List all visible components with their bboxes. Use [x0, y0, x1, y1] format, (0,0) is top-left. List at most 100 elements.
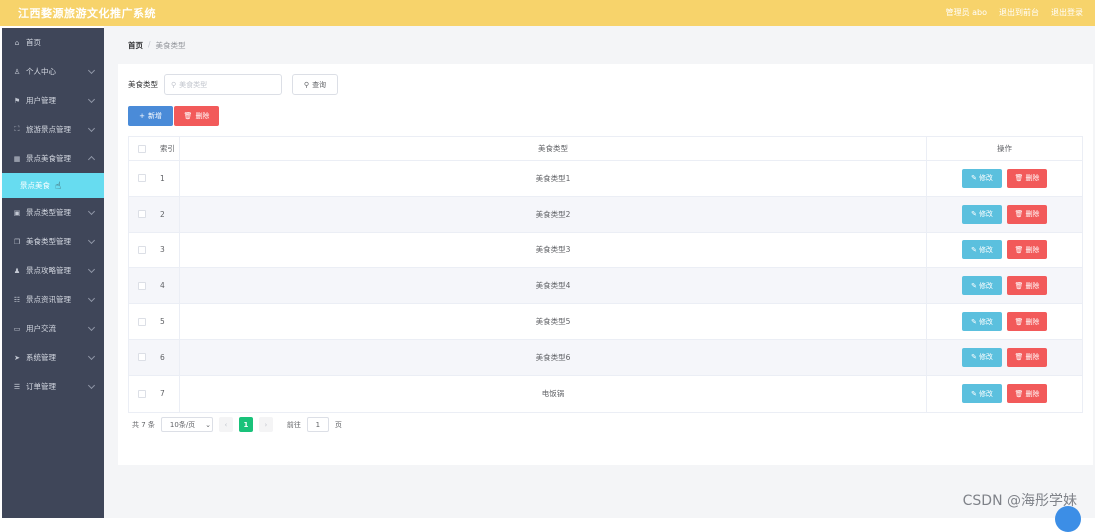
- row-index: 4: [154, 268, 180, 304]
- sidebar-item[interactable]: ➤ 系统管理: [2, 343, 104, 372]
- edit-button[interactable]: ✎ 修改: [962, 240, 1002, 260]
- sidebar-item-label: 景点资讯管理: [26, 295, 71, 304]
- query-button[interactable]: ⚲ 查询: [292, 74, 338, 95]
- row-checkbox[interactable]: [137, 245, 146, 254]
- search-input[interactable]: ⚲ 美食类型: [164, 74, 282, 95]
- add-button[interactable]: + 新增: [128, 106, 173, 126]
- row-index: 6: [154, 339, 180, 375]
- sidebar-item-label: 旅游景点管理: [26, 125, 71, 134]
- edit-button[interactable]: ✎ 修改: [962, 276, 1002, 296]
- page-size-select[interactable]: 10条/页 ⌄: [160, 417, 213, 432]
- sidebar-item[interactable]: ❐ 美食类型管理: [2, 227, 104, 256]
- sidebar: ⌂ 首页 ♙ 个人中心 ⚑ 用户管理 ⛶ 旅游景点管理 ▦ 景点美食管理 景点美食 ☝ ▣ 景点类型管理 ❐…: [2, 28, 104, 518]
- sidebar-item-label: 用户交流: [26, 324, 56, 333]
- delete-button[interactable]: 🗑 删除: [174, 106, 219, 126]
- search-icon: ⚲: [303, 80, 310, 89]
- row-index: 5: [154, 304, 180, 339]
- trash-icon: 🗑: [1014, 317, 1024, 326]
- content-card: 美食类型 ⚲ 美食类型 ⚲ 查询 + 新增 🗑 删除 索引 美食类型 操作 1 …: [118, 64, 1093, 465]
- sidebar-item[interactable]: ⛶ 旅游景点管理: [2, 115, 104, 144]
- sidebar-item[interactable]: ▣ 景点类型管理: [2, 198, 104, 227]
- row-type: 美食类型6: [180, 339, 927, 375]
- row-delete-button[interactable]: 🗑 删除: [1007, 347, 1047, 367]
- edit-button-label: 修改: [978, 353, 993, 362]
- delete-button-label: 删除: [195, 112, 210, 120]
- floating-action-button[interactable]: [1055, 506, 1081, 532]
- goto-page-input[interactable]: 1: [306, 417, 329, 432]
- data-table: 索引 美食类型 操作 1 美食类型1 ✎ 修改 🗑 删除 2 美食类型2 ✎ 修改 🗑 删除 3 美食类型…: [128, 136, 1083, 413]
- chevron-down-icon: [87, 352, 96, 361]
- row-delete-button[interactable]: 🗑 删除: [1007, 384, 1047, 404]
- row-checkbox[interactable]: [137, 174, 146, 183]
- row-delete-button[interactable]: 🗑 删除: [1007, 276, 1047, 296]
- edit-button[interactable]: ✎ 修改: [962, 312, 1002, 332]
- chat-icon: ▭: [13, 324, 21, 333]
- sidebar-item-label: 景点攻略管理: [26, 266, 71, 275]
- watermark: CSDN @海彤学妹: [962, 493, 1077, 509]
- edit-button-label: 修改: [978, 389, 993, 398]
- row-index: 1: [154, 161, 180, 196]
- action-row: + 新增 🗑 删除: [128, 106, 219, 126]
- row-ops: ✎ 修改 🗑 删除: [927, 376, 1082, 412]
- sidebar-item-label: 订单管理: [26, 382, 56, 391]
- search-row: 美食类型 ⚲ 美食类型 ⚲ 查询: [128, 74, 338, 95]
- row-checkbox[interactable]: [137, 389, 146, 398]
- sidebar-item[interactable]: ▦ 景点美食管理: [2, 144, 104, 173]
- edit-button[interactable]: ✎ 修改: [962, 168, 1002, 188]
- logout-link[interactable]: 退出登录: [1051, 7, 1083, 18]
- back-to-frontend-link[interactable]: 退出到前台: [999, 7, 1039, 18]
- row-delete-button-label: 删除: [1025, 317, 1040, 326]
- edit-button[interactable]: ✎ 修改: [962, 347, 1002, 367]
- sidebar-item[interactable]: ♟ 景点攻略管理: [2, 256, 104, 285]
- edit-icon: ✎: [971, 210, 977, 219]
- prev-page-button[interactable]: ‹: [218, 417, 233, 432]
- chevron-down-icon: [87, 207, 96, 216]
- user-icon: ♙: [13, 67, 21, 76]
- edit-icon: ✎: [971, 353, 977, 362]
- row-delete-button[interactable]: 🗑 删除: [1007, 312, 1047, 332]
- chevron-down-icon: [87, 236, 96, 245]
- row-checkbox[interactable]: [137, 317, 146, 326]
- row-delete-button-label: 删除: [1025, 174, 1040, 183]
- table-row: 7 电饭锅 ✎ 修改 🗑 删除: [129, 375, 1082, 412]
- row-delete-button[interactable]: 🗑 删除: [1007, 240, 1047, 260]
- row-checkbox[interactable]: [137, 281, 146, 290]
- breadcrumb-current: 美食类型: [155, 41, 186, 50]
- sidebar-item[interactable]: ⌂ 首页: [2, 28, 104, 57]
- row-type: 美食类型1: [180, 161, 927, 196]
- admin-user-link[interactable]: 管理员 abo: [946, 7, 987, 18]
- send-icon: ➤: [14, 353, 20, 362]
- next-page-button[interactable]: ›: [258, 417, 273, 432]
- sidebar-item[interactable]: ▭ 用户交流: [2, 314, 104, 343]
- breadcrumb-home[interactable]: 首页: [128, 40, 143, 51]
- chevron-down-icon: [87, 265, 96, 274]
- row-type: 美食类型2: [180, 196, 927, 232]
- row-select-cell: [129, 317, 154, 326]
- mouse-cursor-icon: ☝: [55, 181, 62, 192]
- edit-button[interactable]: ✎ 修改: [962, 204, 1002, 224]
- top-bar: 江西婺源旅游文化推广系统 管理员 abo 退出到前台 退出登录: [0, 0, 1095, 26]
- row-select-cell: [129, 281, 154, 290]
- table-row: 4 美食类型4 ✎ 修改 🗑 删除: [129, 268, 1082, 305]
- sidebar-item[interactable]: ♙ 个人中心: [2, 57, 104, 86]
- sidebar-item[interactable]: ☷ 景点资讯管理: [2, 285, 104, 314]
- row-delete-button[interactable]: 🗑 删除: [1007, 168, 1047, 188]
- sidebar-item[interactable]: ⚑ 用户管理: [2, 86, 104, 115]
- row-delete-button-label: 删除: [1025, 389, 1040, 398]
- sidebar-item[interactable]: ☰ 订单管理: [2, 372, 104, 401]
- header-type: 美食类型: [180, 137, 927, 160]
- row-checkbox[interactable]: [137, 353, 146, 362]
- edit-button[interactable]: ✎ 修改: [962, 384, 1002, 404]
- edit-button-label: 修改: [978, 281, 993, 290]
- row-delete-button[interactable]: 🗑 删除: [1007, 204, 1047, 224]
- sidebar-item-label: 首页: [26, 38, 41, 47]
- select-all-checkbox[interactable]: [137, 144, 146, 153]
- sidebar-subitem-active[interactable]: 景点美食 ☝: [2, 173, 104, 198]
- row-index: 3: [154, 232, 180, 268]
- trash-icon: 🗑: [1014, 174, 1024, 183]
- row-checkbox[interactable]: [137, 210, 146, 219]
- sliders-icon: ☷: [13, 295, 21, 304]
- chevron-down-icon: [87, 294, 96, 303]
- current-page-button[interactable]: 1: [238, 417, 253, 432]
- table-row: 6 美食类型6 ✎ 修改 🗑 删除: [129, 339, 1082, 376]
